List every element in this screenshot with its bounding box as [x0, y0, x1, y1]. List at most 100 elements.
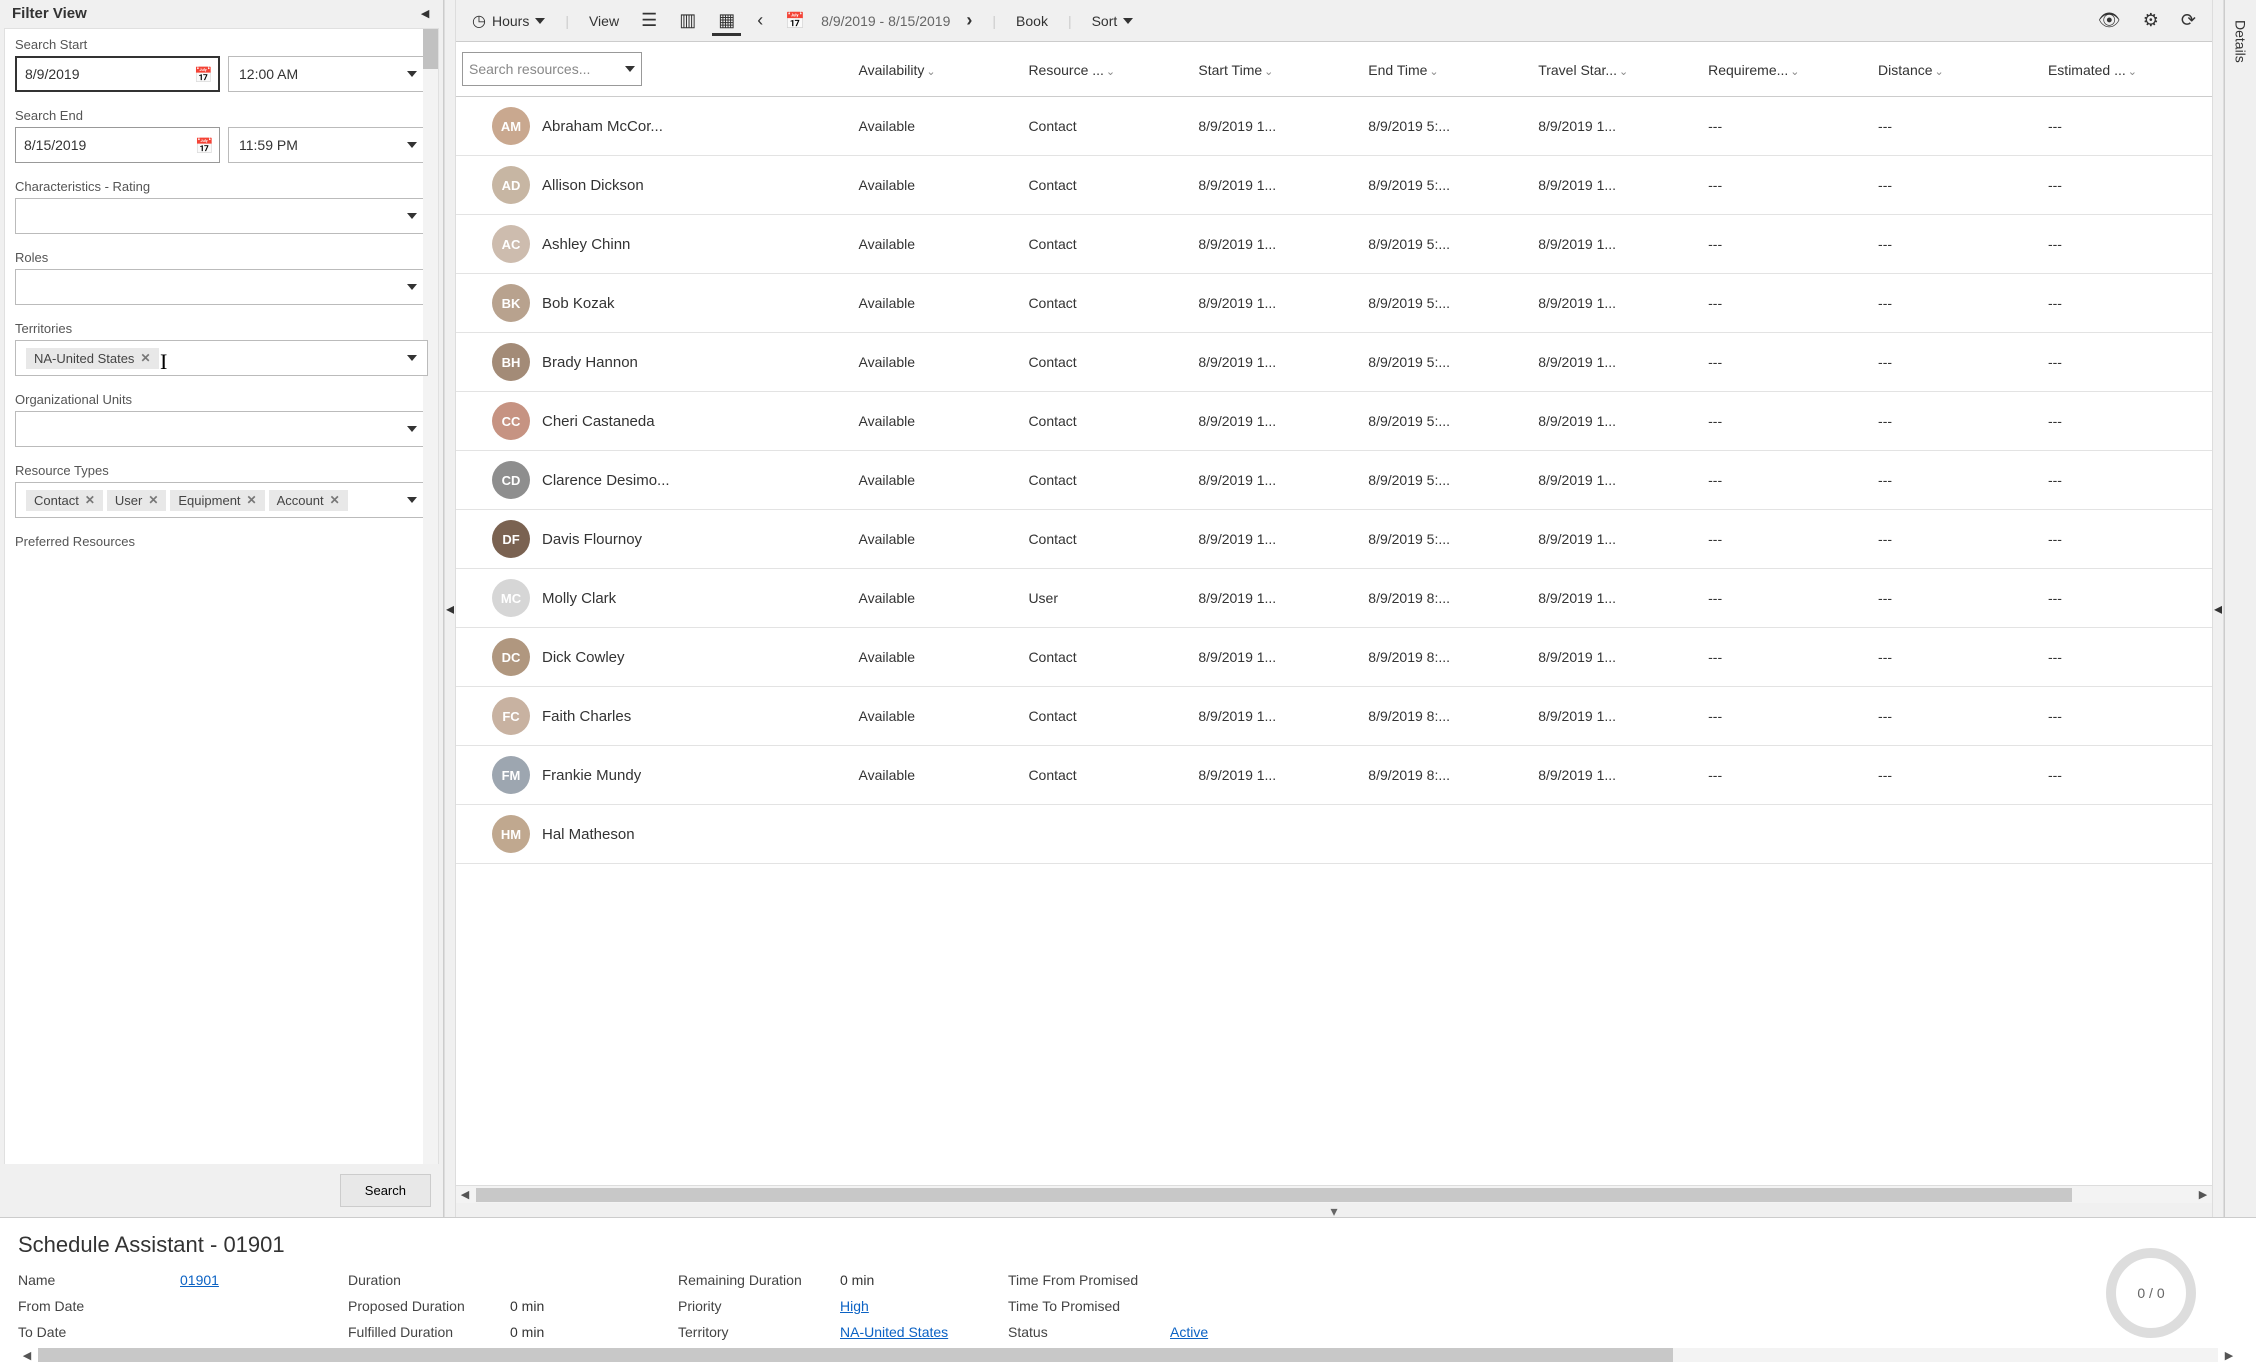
table-row[interactable]: BHBrady HannonAvailableContact8/9/2019 1…	[456, 333, 2212, 392]
chevron-down-icon[interactable]	[407, 71, 417, 77]
prev-period-icon[interactable]: ‹	[751, 6, 769, 35]
col-travel-start[interactable]: Travel Star...⌄	[1532, 42, 1702, 97]
sort-dropdown[interactable]: Sort	[1086, 9, 1140, 33]
col-start-time[interactable]: Start Time⌄	[1192, 42, 1362, 97]
avatar: BK	[492, 284, 530, 322]
col-requirement[interactable]: Requireme...⌄	[1702, 42, 1872, 97]
view-columns-icon[interactable]: ▥	[673, 6, 702, 35]
book-button[interactable]: Book	[1010, 9, 1054, 33]
table-row[interactable]: DFDavis FlournoyAvailableContact8/9/2019…	[456, 510, 2212, 569]
search-end-date-input[interactable]: 8/15/2019	[15, 127, 220, 163]
chevron-left-icon: ◂	[446, 599, 454, 619]
resource-type-tag[interactable]: Account✕	[269, 490, 348, 511]
avatar: AM	[492, 107, 530, 145]
resource-type-tag[interactable]: User✕	[107, 490, 167, 511]
view-grid-icon[interactable]: ▦	[712, 6, 741, 36]
chevron-down-icon	[535, 18, 545, 24]
priority-link[interactable]: High	[840, 1298, 869, 1314]
characteristics-input[interactable]	[15, 198, 428, 234]
table-row[interactable]: AMAbraham McCor...AvailableContact8/9/20…	[456, 97, 2212, 156]
chevron-down-icon[interactable]	[407, 284, 417, 290]
gear-icon[interactable]: ⚙	[2137, 6, 2165, 35]
table-row[interactable]: FMFrankie MundyAvailableContact8/9/2019 …	[456, 746, 2212, 805]
remove-tag-icon[interactable]: ✕	[330, 493, 340, 507]
resource-name: Allison Dickson	[542, 177, 644, 194]
search-resources-input[interactable]	[462, 52, 642, 86]
collapse-filter-icon[interactable]: ◂	[417, 4, 433, 22]
details-splitter[interactable]: ◂	[2212, 0, 2224, 1217]
territory-link[interactable]: NA-United States	[840, 1324, 948, 1340]
search-start-label: Search Start	[15, 37, 428, 52]
resource-name: Hal Matheson	[542, 826, 635, 843]
calendar-icon[interactable]	[195, 137, 211, 153]
search-start-date-input[interactable]: 8/9/2019	[15, 56, 220, 92]
view-list-icon[interactable]: ☰	[635, 6, 663, 35]
splitter-handle[interactable]: ◂	[444, 0, 456, 1217]
chevron-down-icon[interactable]	[407, 355, 417, 361]
territory-tag[interactable]: NA-United States✕	[26, 348, 159, 369]
table-row[interactable]: MCMolly ClarkAvailableUser8/9/2019 1...8…	[456, 569, 2212, 628]
avatar: CD	[492, 461, 530, 499]
filter-panel: Filter View ◂ Search Start 8/9/2019 12:0…	[0, 0, 444, 1217]
org-units-label: Organizational Units	[15, 392, 428, 407]
calendar-icon[interactable]: 📅	[779, 7, 811, 35]
roles-input[interactable]	[15, 269, 428, 305]
remove-tag-icon[interactable]: ✕	[247, 493, 257, 507]
scroll-right-icon[interactable]: ▶	[2220, 1349, 2238, 1362]
chevron-down-icon[interactable]	[407, 213, 417, 219]
org-units-input[interactable]	[15, 411, 428, 447]
collapse-results-icon[interactable]: ▾	[456, 1203, 2212, 1217]
bottom-details-panel: Schedule Assistant - 01901 Name01901 Fro…	[0, 1218, 2256, 1368]
col-availability[interactable]: Availability⌄	[853, 42, 1023, 97]
table-row[interactable]: BKBob KozakAvailableContact8/9/2019 1...…	[456, 274, 2212, 333]
remove-tag-icon[interactable]: ✕	[148, 493, 158, 507]
col-distance[interactable]: Distance⌄	[1872, 42, 2042, 97]
resource-name: Cheri Castaneda	[542, 413, 655, 430]
name-link[interactable]: 01901	[180, 1272, 219, 1288]
avatar: AC	[492, 225, 530, 263]
resource-types-input[interactable]: Contact✕User✕Equipment✕Account✕	[15, 482, 428, 518]
refresh-icon[interactable]: ⟳	[2175, 6, 2202, 35]
details-panel-collapsed[interactable]: Details	[2224, 0, 2256, 1217]
table-row[interactable]: HM Hal Matheson	[456, 805, 2212, 864]
col-end-time[interactable]: End Time⌄	[1362, 42, 1532, 97]
col-resource-type[interactable]: Resource ...⌄	[1022, 42, 1192, 97]
chevron-down-icon[interactable]	[407, 497, 417, 503]
scroll-right-icon[interactable]: ▶	[2194, 1188, 2212, 1201]
resource-name: Abraham McCor...	[542, 118, 663, 135]
results-table: Availability⌄ Resource ...⌄ Start Time⌄ …	[456, 42, 2212, 864]
avatar: HM	[492, 815, 530, 853]
search-start-time-input[interactable]: 12:00 AM	[228, 56, 428, 92]
eye-icon[interactable]: 👁	[2092, 6, 2127, 35]
hours-dropdown[interactable]: ◷ Hours	[466, 7, 551, 35]
chevron-down-icon[interactable]	[625, 66, 635, 72]
chevron-down-icon[interactable]	[407, 426, 417, 432]
search-end-time-input[interactable]: 11:59 PM	[228, 127, 428, 163]
col-estimated[interactable]: Estimated ...⌄	[2042, 42, 2212, 97]
table-row[interactable]: ADAllison DicksonAvailableContact8/9/201…	[456, 156, 2212, 215]
scroll-left-icon[interactable]: ◀	[18, 1349, 36, 1362]
resource-name: Molly Clark	[542, 590, 616, 607]
search-button[interactable]: Search	[340, 1174, 431, 1207]
bottom-hscrollbar[interactable]: ◀ ▶	[18, 1346, 2238, 1364]
preferred-resources-label: Preferred Resources	[15, 534, 428, 549]
table-row[interactable]: FCFaith CharlesAvailableContact8/9/2019 …	[456, 687, 2212, 746]
remove-tag-icon[interactable]: ✕	[140, 351, 150, 365]
resource-types-label: Resource Types	[15, 463, 428, 478]
next-period-icon[interactable]: ›	[960, 6, 978, 35]
table-row[interactable]: ACAshley ChinnAvailableContact8/9/2019 1…	[456, 215, 2212, 274]
table-row[interactable]: CCCheri CastanedaAvailableContact8/9/201…	[456, 392, 2212, 451]
table-row[interactable]: CDClarence Desimo...AvailableContact8/9/…	[456, 451, 2212, 510]
remove-tag-icon[interactable]: ✕	[85, 493, 95, 507]
calendar-icon[interactable]	[194, 66, 210, 82]
chevron-down-icon[interactable]	[407, 142, 417, 148]
filter-scrollbar[interactable]	[423, 29, 438, 1164]
results-hscrollbar[interactable]: ◀ ▶	[456, 1185, 2212, 1203]
resource-name: Dick Cowley	[542, 649, 625, 666]
resource-type-tag[interactable]: Contact✕	[26, 490, 103, 511]
table-row[interactable]: DCDick CowleyAvailableContact8/9/2019 1.…	[456, 628, 2212, 687]
resource-type-tag[interactable]: Equipment✕	[170, 490, 264, 511]
scroll-left-icon[interactable]: ◀	[456, 1188, 474, 1201]
status-link[interactable]: Active	[1170, 1324, 1208, 1340]
territories-input[interactable]: NA-United States✕	[15, 340, 428, 376]
